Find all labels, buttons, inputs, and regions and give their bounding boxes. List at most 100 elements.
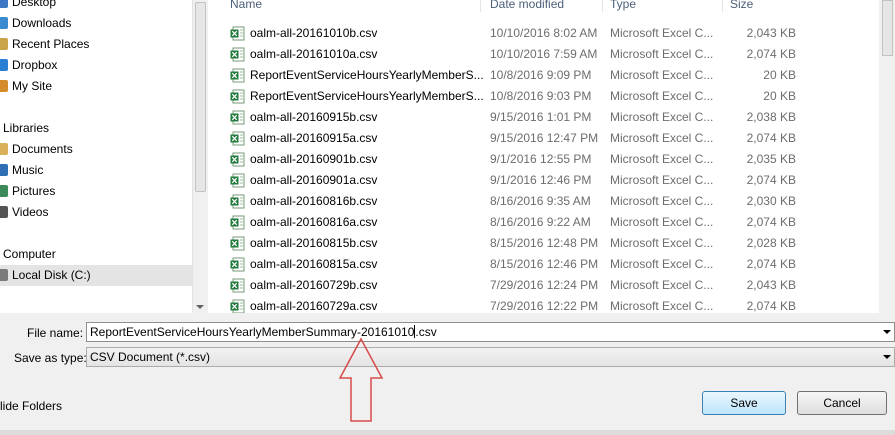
videos-icon — [0, 206, 8, 218]
excel-csv-file-icon — [230, 215, 245, 230]
excel-csv-file-icon — [230, 131, 245, 146]
file-row[interactable]: oalm-all-20160901b.csv 9/1/2016 12:55 PM M… — [208, 149, 879, 170]
save-form-panel: File name: ReportEventServiceHoursYearly… — [0, 313, 895, 435]
file-row[interactable]: oalm-all-20160915b.csv 9/15/2016 1:01 PM M… — [208, 107, 879, 128]
chevron-down-icon[interactable] — [883, 330, 891, 334]
file-date-cell: 8/16/2016 9:22 AM — [490, 215, 591, 229]
file-row[interactable]: oalm-all-20160915a.csv 9/15/2016 12:47 PM… — [208, 128, 879, 149]
column-divider[interactable] — [480, 0, 481, 12]
nav-item-local-disk-c[interactable]: Local Disk (C:) — [0, 265, 192, 286]
file-row[interactable]: oalm-all-20161010a.csv 10/10/2016 7:59 AM… — [208, 44, 879, 65]
nav-item-label: Desktop — [12, 0, 57, 9]
file-type-cell: Microsoft Excel C... — [610, 152, 714, 166]
excel-csv-file-icon — [230, 68, 245, 83]
file-name-cell: ReportEventServiceHoursYearlyMemberS... — [250, 68, 484, 82]
file-type-cell: Microsoft Excel C... — [610, 236, 714, 250]
file-date-cell: 8/15/2016 12:48 PM — [490, 236, 599, 250]
excel-csv-file-icon — [230, 152, 245, 167]
file-row[interactable]: oalm-all-20160816a.csv 8/16/2016 9:22 AM M… — [208, 212, 879, 233]
file-row[interactable]: ReportEventServiceHoursYearlyMemberS... 1… — [208, 86, 879, 107]
excel-csv-file-icon — [230, 236, 245, 251]
file-size-cell: 2,038 KB — [746, 110, 796, 124]
file-row[interactable]: ReportEventServiceHoursYearlyMemberS... 1… — [208, 65, 879, 86]
file-date-cell: 9/15/2016 12:47 PM — [490, 131, 599, 145]
file-name-cell: oalm-all-20160816a.csv — [250, 215, 378, 229]
file-size-cell: 2,030 KB — [746, 194, 796, 208]
nav-item-label: Videos — [12, 205, 49, 219]
site-icon — [0, 80, 8, 92]
excel-csv-file-icon — [230, 278, 245, 293]
column-divider[interactable] — [722, 0, 723, 12]
file-date-cell: 7/29/2016 12:24 PM — [490, 278, 599, 292]
annotation-arrow-shape — [338, 337, 384, 422]
excel-csv-file-icon — [230, 26, 245, 41]
navigation-scrollbar-thumb[interactable] — [195, 2, 206, 192]
save-as-type-value: CSV Document (*.csv) — [90, 350, 211, 364]
file-size-cell: 2,074 KB — [746, 131, 796, 145]
file-name-cell: ReportEventServiceHoursYearlyMemberS... — [250, 89, 484, 103]
nav-item-label: Dropbox — [12, 58, 58, 72]
file-type-cell: Microsoft Excel C... — [610, 110, 714, 124]
file-date-cell: 10/10/2016 8:02 AM — [490, 26, 598, 40]
column-header-name[interactable]: Name — [230, 0, 262, 11]
file-list-scrollbar[interactable] — [879, 0, 895, 313]
excel-csv-file-icon — [230, 47, 245, 62]
file-row[interactable]: oalm-all-20160729b.csv 7/29/2016 12:24 PM… — [208, 275, 879, 296]
file-name-cell: oalm-all-20160915b.csv — [250, 110, 378, 124]
file-name-input[interactable]: ReportEventServiceHoursYearlyMemberSumma… — [86, 322, 895, 342]
nav-item-label: Music — [12, 163, 44, 177]
file-date-cell: 9/15/2016 1:01 PM — [490, 110, 592, 124]
column-header-date[interactable]: Date modified — [490, 0, 564, 11]
file-row[interactable]: oalm-all-20160816b.csv 8/16/2016 9:35 AM M… — [208, 191, 879, 212]
hide-folders-label: lide Folders — [0, 399, 63, 413]
file-date-cell: 8/15/2016 12:46 PM — [490, 257, 599, 271]
file-type-cell: Microsoft Excel C... — [610, 194, 714, 208]
file-size-cell: 2,043 KB — [746, 278, 796, 292]
file-name-cell: oalm-all-20160815a.csv — [250, 257, 378, 271]
file-name-cell: oalm-all-20160815b.csv — [250, 236, 378, 250]
save-button[interactable]: Save — [702, 391, 786, 415]
file-size-cell: 2,028 KB — [746, 236, 796, 250]
hide-folders-toggle[interactable]: lide Folders — [0, 399, 62, 413]
dialog-bottom-edge — [0, 430, 895, 435]
navigation-scrollbar[interactable] — [192, 0, 208, 313]
excel-csv-file-icon — [230, 299, 245, 314]
column-divider[interactable] — [602, 0, 603, 12]
file-size-cell: 20 KB — [763, 68, 796, 82]
documents-icon — [0, 143, 8, 155]
file-size-cell: 2,035 KB — [746, 152, 796, 166]
nav-item-label: My Site — [12, 79, 53, 93]
file-row[interactable]: oalm-all-20160815a.csv 8/15/2016 12:46 PM… — [208, 254, 879, 275]
file-size-cell: 20 KB — [763, 89, 796, 103]
excel-csv-file-icon — [230, 194, 245, 209]
nav-item-label: Local Disk (C:) — [12, 268, 91, 282]
file-date-cell: 8/16/2016 9:35 AM — [490, 194, 591, 208]
cancel-button[interactable]: Cancel — [797, 391, 887, 415]
chevron-down-icon[interactable] — [883, 355, 891, 359]
file-date-cell: 10/8/2016 9:03 PM — [490, 89, 592, 103]
annotation-up-arrow-icon — [338, 337, 384, 422]
file-type-cell: Microsoft Excel C... — [610, 89, 714, 103]
downloads-icon — [0, 17, 8, 29]
navigation-pane: Desktop Downloads Recent Places Dropbox My S… — [0, 0, 208, 313]
nav-item-label: Computer — [3, 247, 56, 261]
file-name-extension-text: .csv — [415, 325, 437, 339]
column-header-size[interactable]: Size — [730, 0, 753, 11]
file-name-cell: oalm-all-20160816b.csv — [250, 194, 378, 208]
file-name-cell: oalm-all-20160729b.csv — [250, 278, 378, 292]
scroll-down-arrow-icon[interactable] — [196, 305, 204, 309]
file-row[interactable]: oalm-all-20160815b.csv 8/15/2016 12:48 PM… — [208, 233, 879, 254]
file-row[interactable]: oalm-all-20160901a.csv 9/1/2016 12:46 PM M… — [208, 170, 879, 191]
dropbox-icon — [0, 59, 8, 71]
file-type-cell: Microsoft Excel C... — [610, 173, 714, 187]
excel-csv-file-icon — [230, 173, 245, 188]
file-type-cell: Microsoft Excel C... — [610, 47, 714, 61]
save-as-type-select[interactable]: CSV Document (*.csv) — [86, 347, 895, 367]
music-icon — [0, 164, 8, 176]
file-row[interactable]: oalm-all-20161010b.csv 10/10/2016 8:02 AM… — [208, 23, 879, 44]
column-header-type[interactable]: Type — [610, 0, 636, 11]
file-list-scrollbar-thumb[interactable] — [882, 0, 893, 56]
excel-csv-file-icon — [230, 89, 245, 104]
file-size-cell: 2,043 KB — [746, 26, 796, 40]
local-disk-icon — [0, 269, 8, 281]
